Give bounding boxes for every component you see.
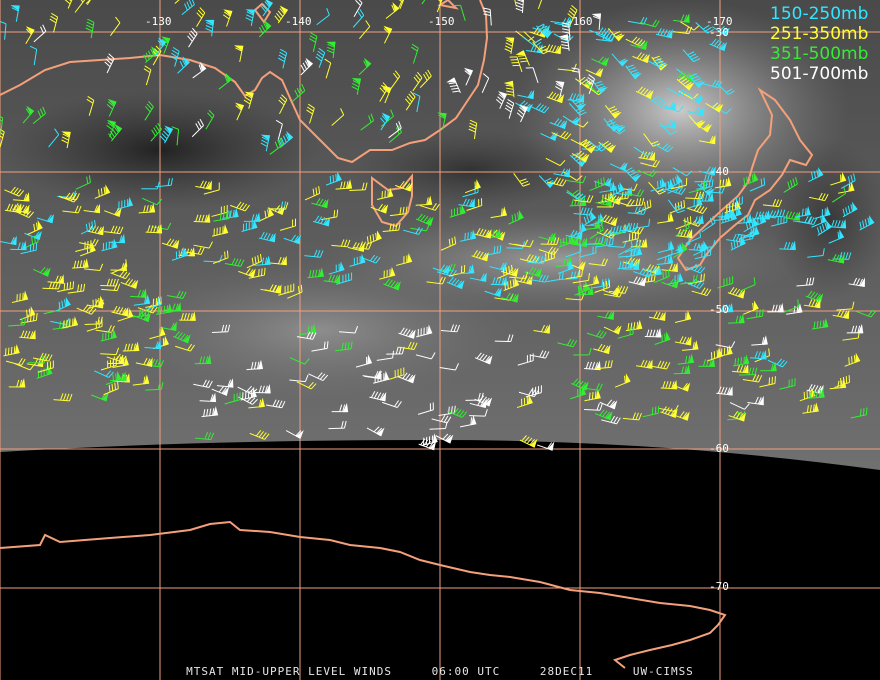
satellite-wind-map: -130 -140 -150 -160 -170 -30 -40 -50 -60… [0, 0, 880, 680]
lat-label: -40 [709, 165, 729, 178]
source-credit: UW-CIMSS [632, 665, 694, 678]
lon-label: -160 [566, 15, 593, 28]
valid-date: 28DEC11 [539, 665, 594, 678]
lon-label: -140 [285, 15, 312, 28]
lat-label: -30 [709, 26, 729, 39]
image-footer: MTSAT MID-UPPER LEVEL WINDS 06:00 UTC 28… [0, 665, 880, 678]
legend-item-501-700: 501-700mb [770, 64, 868, 84]
lat-label: -70 [709, 580, 729, 593]
pressure-legend: 150-250mb 251-350mb 351-500mb 501-700mb [770, 4, 868, 84]
legend-item-150-250: 150-250mb [770, 4, 868, 24]
product-title: MTSAT MID-UPPER LEVEL WINDS [186, 665, 392, 678]
lat-label: -50 [709, 303, 729, 316]
legend-item-251-350: 251-350mb [770, 24, 868, 44]
valid-time: 06:00 UTC [431, 665, 501, 678]
lon-label: -150 [428, 15, 455, 28]
coastline-antarctica [0, 520, 727, 669]
legend-item-351-500: 351-500mb [770, 44, 868, 64]
lon-label: -130 [145, 15, 172, 28]
lat-label: -60 [709, 442, 729, 455]
